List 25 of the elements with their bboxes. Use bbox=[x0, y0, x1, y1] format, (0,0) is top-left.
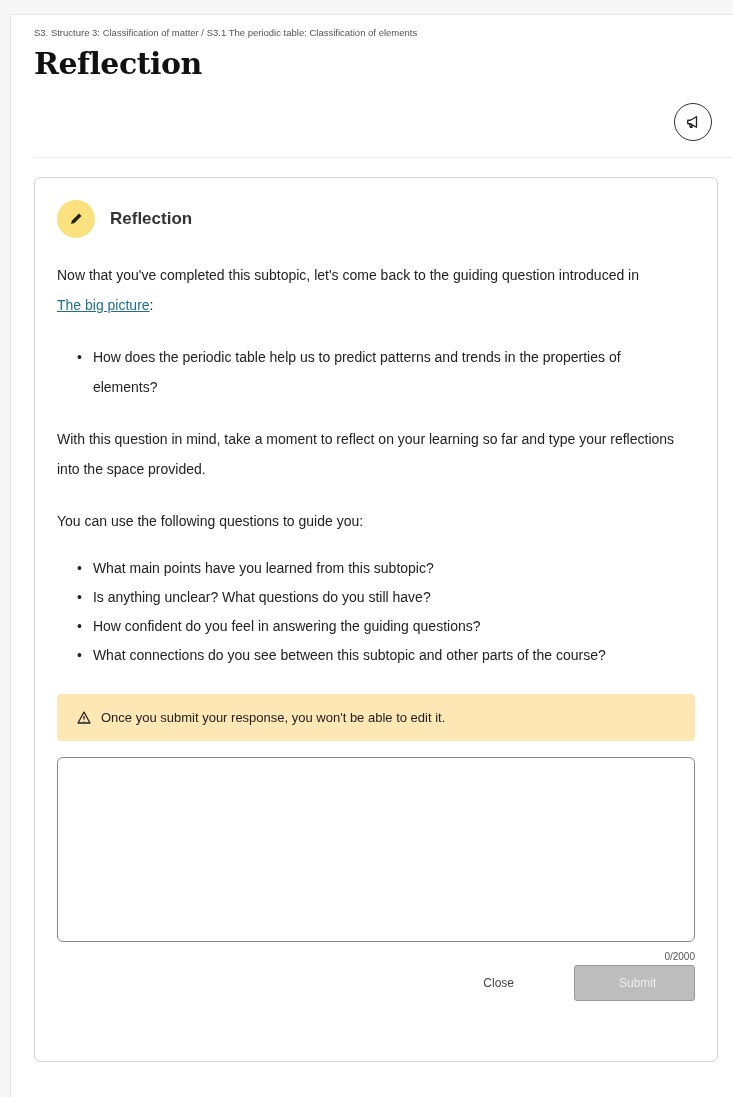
card-heading: Reflection bbox=[110, 209, 193, 229]
list-item: What connections do you see between this subtopic and other parts of the course? bbox=[92, 646, 606, 665]
breadcrumb: S3. Structure 3: Classification of matter / S3.1 The periodic table: Classification of elements bbox=[34, 27, 419, 38]
response-field[interactable] bbox=[57, 757, 695, 942]
bullet: • bbox=[77, 646, 82, 665]
close-button[interactable]: Close bbox=[439, 965, 558, 1001]
bullet: • bbox=[77, 588, 82, 607]
bullet: • bbox=[77, 559, 82, 578]
link[interactable]: The big picture bbox=[57, 297, 150, 313]
list-item: How does the periodic table help us to predict patterns and trends in the properties of elements? bbox=[92, 348, 622, 397]
bullet: • bbox=[77, 617, 82, 636]
paragraph: Now that you've completed this subtopic, let's come back to the guiding question introduced in The big picture: bbox=[57, 266, 641, 315]
list-item: What main points have you learned from this subtopic? bbox=[92, 559, 434, 578]
megaphone-button[interactable] bbox=[674, 103, 712, 141]
megaphone-icon bbox=[686, 115, 700, 129]
paragraph: With this question in mind, take a moment to reflect on your learning so far and type your reflections into the space provided. bbox=[57, 430, 676, 479]
character-counter: 0/2000 bbox=[663, 951, 695, 962]
bullet: • bbox=[77, 348, 82, 367]
warning-text: Once you submit your response, you won't be able to edit it. bbox=[101, 710, 446, 725]
warning-icon bbox=[77, 711, 91, 724]
list-item: Is anything unclear? What questions do you still have? bbox=[92, 588, 431, 607]
list-item: How confident do you feel in answering the guiding questions? bbox=[92, 617, 481, 636]
paragraph: You can use the following questions to guide you: bbox=[57, 512, 365, 531]
pencil-icon bbox=[57, 200, 95, 238]
page-title: Reflection bbox=[34, 46, 203, 81]
